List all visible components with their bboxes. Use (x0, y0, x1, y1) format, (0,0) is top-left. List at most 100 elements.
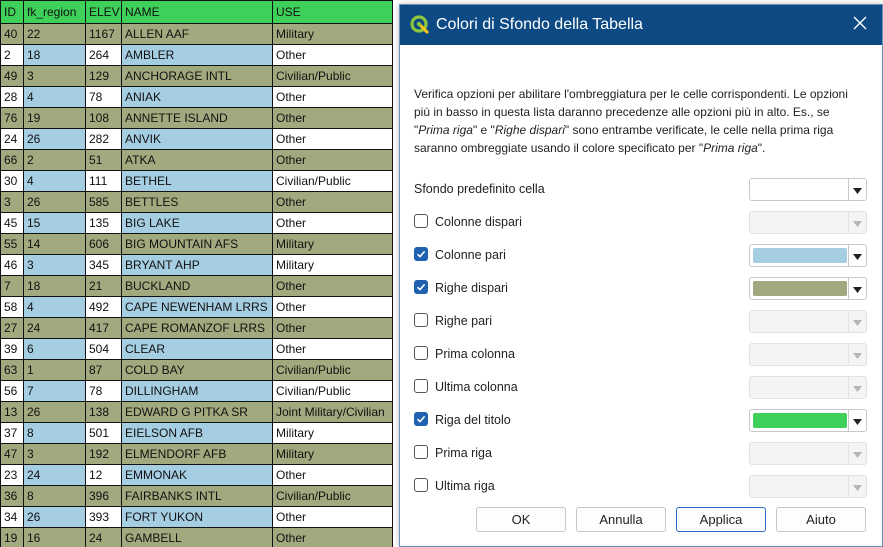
cell-fk-region[interactable]: 14 (23, 233, 86, 255)
table-row[interactable]: 36 8 396 FAIRBANKS INTL Civilian/Public (0, 485, 393, 507)
table-row[interactable]: 27 24 417 CAPE ROMANZOF LRRS Other (0, 317, 393, 339)
checkbox-ultima-colonna[interactable] (414, 379, 428, 393)
cell-id[interactable]: 58 (0, 296, 24, 318)
table-row[interactable]: 46 3 345 BRYANT AHP Military (0, 254, 393, 276)
cell-id[interactable]: 23 (0, 464, 24, 486)
cell-fk-region[interactable]: 16 (23, 527, 86, 547)
checkbox-righe-pari[interactable] (414, 313, 428, 327)
cell-fk-region[interactable]: 4 (23, 296, 86, 318)
cell-name[interactable]: EMMONAK (121, 464, 273, 486)
cell-fk-region[interactable]: 7 (23, 380, 86, 402)
cell-use[interactable]: Other (272, 464, 393, 486)
table-row[interactable]: 37 8 501 EIELSON AFB Military (0, 422, 393, 444)
table-row[interactable]: 30 4 111 BETHEL Civilian/Public (0, 170, 393, 192)
column-header-elev[interactable]: ELEV (85, 0, 122, 24)
cell-use[interactable]: Joint Military/Civilian (272, 401, 393, 423)
cell-fk-region[interactable]: 26 (23, 191, 86, 213)
cell-fk-region[interactable]: 26 (23, 401, 86, 423)
table-row[interactable]: 19 16 24 GAMBELL Other (0, 527, 393, 547)
cell-name[interactable]: BETHEL (121, 170, 273, 192)
table-row[interactable]: 47 3 192 ELMENDORF AFB Military (0, 443, 393, 465)
table-row[interactable]: 23 24 12 EMMONAK Other (0, 464, 393, 486)
cell-name[interactable]: ANCHORAGE INTL (121, 65, 273, 87)
cell-name[interactable]: ELMENDORF AFB (121, 443, 273, 465)
cell-elev[interactable]: 129 (85, 65, 122, 87)
cell-elev[interactable]: 111 (85, 170, 122, 192)
color-button-riga-del-titolo[interactable] (749, 409, 867, 432)
cell-name[interactable]: CAPE NEWENHAM LRRS (121, 296, 273, 318)
cell-id[interactable]: 46 (0, 254, 24, 276)
cell-elev[interactable]: 138 (85, 401, 122, 423)
table-row[interactable]: 58 4 492 CAPE NEWENHAM LRRS Other (0, 296, 393, 318)
cell-fk-region[interactable]: 2 (23, 149, 86, 171)
checkbox-ultima-riga[interactable] (414, 478, 428, 492)
cell-use[interactable]: Civilian/Public (272, 485, 393, 507)
cell-id[interactable]: 39 (0, 338, 24, 360)
cell-id[interactable]: 30 (0, 170, 24, 192)
checkbox-prima-riga[interactable] (414, 445, 428, 459)
table-row[interactable]: 56 7 78 DILLINGHAM Civilian/Public (0, 380, 393, 402)
cell-id[interactable]: 63 (0, 359, 24, 381)
cell-use[interactable]: Other (272, 296, 393, 318)
column-header-name[interactable]: NAME (121, 0, 273, 24)
cell-use[interactable]: Military (272, 254, 393, 276)
ok-button[interactable]: OK (476, 507, 566, 532)
cell-id[interactable]: 45 (0, 212, 24, 234)
cell-name[interactable]: ANNETTE ISLAND (121, 107, 273, 129)
cell-fk-region[interactable]: 26 (23, 128, 86, 150)
cell-name[interactable]: DILLINGHAM (121, 380, 273, 402)
cell-fk-region[interactable]: 24 (23, 464, 86, 486)
cell-fk-region[interactable]: 18 (23, 44, 86, 66)
cell-id[interactable]: 7 (0, 275, 24, 297)
cell-elev[interactable]: 396 (85, 485, 122, 507)
cell-fk-region[interactable]: 4 (23, 86, 86, 108)
cell-name[interactable]: BIG MOUNTAIN AFS (121, 233, 273, 255)
cell-elev[interactable]: 24 (85, 527, 122, 547)
cell-id[interactable]: 66 (0, 149, 24, 171)
cell-id[interactable]: 40 (0, 23, 24, 45)
cell-elev[interactable]: 12 (85, 464, 122, 486)
cell-id[interactable]: 24 (0, 128, 24, 150)
table-row[interactable]: 39 6 504 CLEAR Other (0, 338, 393, 360)
help-button[interactable]: Aiuto (776, 507, 866, 532)
cell-elev[interactable]: 87 (85, 359, 122, 381)
table-row[interactable]: 63 1 87 COLD BAY Civilian/Public (0, 359, 393, 381)
cell-name[interactable]: ANVIK (121, 128, 273, 150)
cell-fk-region[interactable]: 8 (23, 485, 86, 507)
cell-use[interactable]: Other (272, 191, 393, 213)
color-button-righe-dispari[interactable] (749, 277, 867, 300)
cell-elev[interactable]: 108 (85, 107, 122, 129)
cell-use[interactable]: Other (272, 506, 393, 528)
cell-name[interactable]: ATKA (121, 149, 273, 171)
cell-use[interactable]: Other (272, 44, 393, 66)
cell-fk-region[interactable]: 6 (23, 338, 86, 360)
cell-elev[interactable]: 78 (85, 380, 122, 402)
cell-use[interactable]: Civilian/Public (272, 65, 393, 87)
cell-fk-region[interactable]: 3 (23, 443, 86, 465)
cell-elev[interactable]: 51 (85, 149, 122, 171)
cell-use[interactable]: Other (272, 527, 393, 547)
table-row[interactable]: 76 19 108 ANNETTE ISLAND Other (0, 107, 393, 129)
table-row[interactable]: 28 4 78 ANIAK Other (0, 86, 393, 108)
cell-elev[interactable]: 504 (85, 338, 122, 360)
table-row[interactable]: 34 26 393 FORT YUKON Other (0, 506, 393, 528)
table-row[interactable]: 3 26 585 BETTLES Other (0, 191, 393, 213)
cell-elev[interactable]: 417 (85, 317, 122, 339)
cell-id[interactable]: 3 (0, 191, 24, 213)
cell-elev[interactable]: 393 (85, 506, 122, 528)
checkbox-riga-del-titolo[interactable] (414, 412, 428, 426)
cell-fk-region[interactable]: 24 (23, 317, 86, 339)
cell-id[interactable]: 55 (0, 233, 24, 255)
cell-fk-region[interactable]: 4 (23, 170, 86, 192)
cell-id[interactable]: 76 (0, 107, 24, 129)
color-button-colonne-pari[interactable] (749, 244, 867, 267)
cell-name[interactable]: EDWARD G PITKA SR (121, 401, 273, 423)
cell-fk-region[interactable]: 19 (23, 107, 86, 129)
cell-id[interactable]: 19 (0, 527, 24, 547)
cell-fk-region[interactable]: 8 (23, 422, 86, 444)
cell-elev[interactable]: 501 (85, 422, 122, 444)
cell-use[interactable]: Other (272, 275, 393, 297)
cell-use[interactable]: Military (272, 422, 393, 444)
attribute-table[interactable]: ID fk_region ELEV NAME USE 40 22 1167 ALLEN… (0, 0, 396, 547)
cell-fk-region[interactable]: 15 (23, 212, 86, 234)
